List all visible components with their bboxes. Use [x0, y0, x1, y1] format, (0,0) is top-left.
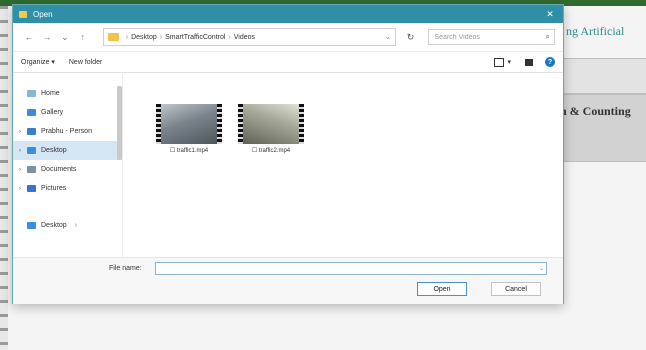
chevron-down-icon[interactable]: ⌄	[539, 265, 544, 272]
video-thumbnail	[243, 104, 299, 144]
dialog-footer: File name: ⌄ Open Cancel	[13, 257, 563, 304]
film-strip-icon	[238, 104, 243, 144]
breadcrumb-desktop[interactable]: Desktop	[131, 34, 157, 41]
sidebar-item-label: Desktop	[41, 147, 67, 154]
open-file-dialog: Open ✕ ← → ⌄ ↑ › Desktop › SmartTrafficC…	[12, 4, 564, 304]
desktop-icon	[27, 222, 36, 229]
folder-icon	[107, 33, 119, 41]
sidebar-item-desktop[interactable]: › Desktop	[13, 141, 122, 160]
file-item-traffic1[interactable]: ☐ traffic1.mp4	[153, 104, 225, 154]
file-item-traffic2[interactable]: ☐ traffic2.mp4	[235, 104, 307, 154]
chevron-right-icon[interactable]: ›	[19, 167, 27, 173]
user-folder-icon	[27, 128, 36, 135]
command-bar: Organize ▾ New folder ▾ ?	[13, 52, 563, 73]
video-thumbnail	[161, 104, 217, 144]
pictures-icon	[27, 185, 36, 192]
organize-button[interactable]: Organize ▾	[21, 58, 55, 66]
chevron-down-icon[interactable]: ⌄	[385, 33, 391, 41]
new-folder-button[interactable]: New folder	[69, 59, 102, 66]
sidebar-item-label: Home	[41, 90, 60, 97]
breadcrumb-separator-icon: ›	[159, 33, 163, 41]
breadcrumb-separator-icon: ›	[228, 33, 231, 41]
sidebar-item-desktop-2[interactable]: Desktop ›	[13, 216, 122, 235]
preview-pane-icon[interactable]	[525, 58, 533, 66]
sidebar-item-home[interactable]: Home	[13, 84, 122, 103]
breadcrumb-smarttrafficcontrol[interactable]: SmartTrafficControl	[165, 34, 225, 41]
chevron-right-icon[interactable]: ›	[19, 148, 27, 154]
back-arrow-icon[interactable]: ←	[21, 32, 37, 42]
search-icon[interactable]: ⌕	[546, 32, 550, 42]
pin-icon: ›	[74, 222, 78, 229]
sidebar-item-label: Documents	[41, 166, 77, 173]
chevron-right-icon[interactable]: ›	[19, 186, 27, 192]
video-file-icon	[156, 104, 222, 144]
file-name: ☐ traffic1.mp4	[169, 148, 209, 154]
view-controls: ▾ ?	[484, 57, 555, 67]
sidebar-item-pictures[interactable]: › Pictures	[13, 179, 122, 198]
sidebar-item-label: Gallery	[41, 109, 64, 116]
navigation-pane: Home Gallery › Prabhu - Person › Desktop…	[13, 72, 123, 257]
video-file-icon	[238, 104, 304, 144]
search-box[interactable]: ⌕	[427, 29, 556, 45]
sidebar-item-user-folder[interactable]: › Prabhu - Person	[13, 122, 122, 141]
home-icon	[27, 90, 36, 97]
sidebar-item-label: Desktop	[41, 222, 67, 229]
view-options-icon[interactable]	[494, 57, 505, 67]
desktop-icon	[27, 147, 36, 154]
documents-icon	[27, 166, 36, 173]
chevron-down-icon[interactable]: ▾	[507, 58, 511, 66]
open-button[interactable]: Open	[417, 282, 467, 296]
close-button[interactable]: ✕	[543, 9, 557, 20]
chevron-down-icon[interactable]: ⌄	[57, 32, 73, 43]
background-left-strip	[0, 6, 8, 350]
film-strip-icon	[299, 104, 304, 144]
sidebar-item-documents[interactable]: › Documents	[13, 160, 122, 179]
sidebar-item-label: Pictures	[41, 185, 67, 192]
cancel-button[interactable]: Cancel	[491, 282, 541, 296]
film-strip-icon	[217, 104, 222, 144]
folder-icon	[19, 10, 27, 18]
dialog-titlebar: Open ✕	[13, 5, 563, 23]
dialog-content: Home Gallery › Prabhu - Person › Desktop…	[13, 72, 563, 257]
sidebar-scrollbar[interactable]	[117, 86, 122, 160]
file-name: ☐ traffic2.mp4	[251, 148, 291, 154]
chevron-right-icon[interactable]: ›	[19, 129, 27, 135]
file-name-label: File name:	[109, 265, 142, 272]
address-bar[interactable]: › Desktop › SmartTrafficControl › Videos…	[102, 28, 396, 46]
background-subheading: n & Counting	[560, 104, 631, 118]
refresh-icon[interactable]: ↻	[402, 32, 420, 43]
search-input[interactable]	[432, 32, 546, 42]
breadcrumb-videos[interactable]: Videos	[234, 34, 255, 41]
sidebar-item-gallery[interactable]: Gallery	[13, 103, 122, 122]
file-list: ☐ traffic1.mp4 ☐ traffic2.mp4	[123, 72, 563, 257]
navigation-row: ← → ⌄ ↑ › Desktop › SmartTrafficControl …	[13, 23, 563, 52]
forward-arrow-icon[interactable]: →	[39, 32, 55, 42]
background-heading: ng Artificial	[566, 24, 625, 38]
dialog-title: Open	[33, 9, 53, 19]
file-name-input[interactable]	[155, 262, 547, 275]
sidebar-item-label: Prabhu - Person	[41, 128, 92, 135]
breadcrumb-separator-icon: ›	[125, 33, 129, 41]
gallery-icon	[27, 109, 36, 116]
film-strip-icon	[156, 104, 161, 144]
up-arrow-icon[interactable]: ↑	[75, 32, 91, 42]
help-icon[interactable]: ?	[545, 57, 555, 67]
